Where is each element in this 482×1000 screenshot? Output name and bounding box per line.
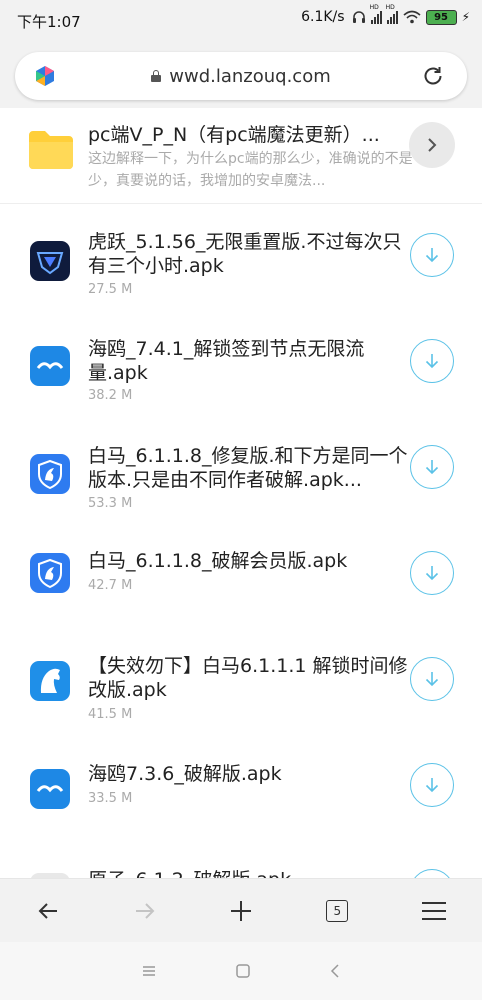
- tab-count: 5: [326, 900, 349, 922]
- file-name: 原子_6.1.2_破解版.apk: [88, 868, 413, 878]
- download-button[interactable]: [410, 551, 454, 595]
- app-icon-baima-horse: [30, 661, 70, 701]
- file-name: 白马_6.1.1.8_修复版.和下方是同一个版本.只是由不同作者破解.apk..…: [88, 445, 408, 491]
- network-speed: 6.1K/s: [301, 9, 345, 25]
- download-button[interactable]: [410, 657, 454, 701]
- back-arrow-icon: [38, 903, 58, 919]
- status-bar: 下午1:07 6.1K/s HD HD 95 ⚡: [0, 0, 482, 42]
- download-icon: [425, 354, 439, 369]
- lock-icon: [151, 70, 162, 82]
- file-item[interactable]: 白马_6.1.1.8_破解会员版.apk 42.7 M: [0, 522, 482, 628]
- chevron-right-icon: [428, 138, 437, 152]
- folder-description: 这边解释一下，为什么pc端的那么少，准确说的不是少，真要说的话，我增加的安卓魔法…: [88, 151, 413, 189]
- system-back-icon[interactable]: [329, 963, 341, 979]
- plus-icon: [230, 901, 251, 921]
- status-time: 下午1:07: [17, 13, 81, 31]
- app-icon-haiou: [30, 346, 70, 386]
- download-icon: [425, 248, 439, 263]
- system-nav-bar: [0, 942, 482, 1000]
- forward-arrow-icon: [135, 903, 154, 919]
- recent-apps-icon[interactable]: [141, 964, 157, 978]
- download-button[interactable]: [410, 445, 454, 489]
- wifi-icon: [403, 10, 421, 24]
- file-item[interactable]: 海鸥_7.4.1_解锁签到节点无限流量.apk 38.2 M: [0, 310, 482, 416]
- file-name: 海鸥7.3.6_破解版.apk: [88, 763, 282, 785]
- folder-icon: [29, 131, 73, 169]
- open-folder-button[interactable]: [409, 122, 455, 168]
- home-icon[interactable]: [235, 963, 251, 979]
- file-size: 53.3 M: [88, 496, 133, 511]
- download-button[interactable]: [410, 869, 454, 878]
- folder-item[interactable]: pc端V_P_N（有pc端魔法更新）... 这边解释一下，为什么pc端的那么少，…: [0, 108, 482, 204]
- file-list: pc端V_P_N（有pc端魔法更新）... 这边解释一下，为什么pc端的那么少，…: [0, 108, 482, 878]
- file-item[interactable]: 原子_6.1.2_破解版.apk: [0, 840, 482, 878]
- file-size: 33.5 M: [88, 791, 133, 806]
- download-button[interactable]: [410, 763, 454, 807]
- signal-icon: HD: [370, 4, 382, 24]
- download-icon: [425, 672, 439, 687]
- browser-toolbar: 5: [0, 878, 482, 943]
- forward-button[interactable]: [121, 887, 169, 935]
- file-size: 27.5 M: [88, 282, 133, 297]
- download-button[interactable]: [410, 233, 454, 277]
- new-tab-button[interactable]: [217, 887, 265, 935]
- address-bar-area: wwd.lanzouq.com: [0, 42, 482, 108]
- url-text[interactable]: wwd.lanzouq.com: [169, 66, 331, 87]
- signal-icon-2: HD: [386, 4, 398, 24]
- battery-indicator: 95: [425, 9, 457, 25]
- file-size: 41.5 M: [88, 707, 133, 722]
- file-name: 海鸥_7.4.1_解锁签到节点无限流量.apk: [88, 338, 365, 384]
- tabs-button[interactable]: 5: [313, 887, 361, 935]
- folder-title: pc端V_P_N（有pc端魔法更新）...: [88, 124, 380, 146]
- file-item[interactable]: 虎跃_5.1.56_无限重置版.不过每次只有三个小时.apk 27.5 M: [0, 204, 482, 310]
- back-button[interactable]: [24, 887, 72, 935]
- refresh-icon[interactable]: [421, 64, 445, 88]
- file-item[interactable]: 白马_6.1.1.8_修复版.和下方是同一个版本.只是由不同作者破解.apk..…: [0, 416, 482, 522]
- headphones-icon: [352, 11, 365, 23]
- file-item[interactable]: 【失效勿下】白马6.1.1.1 解锁时间修改版.apk 41.5 M: [0, 628, 482, 734]
- app-icon-baima: [30, 454, 70, 494]
- download-icon: [425, 460, 439, 475]
- app-icon-baima: [30, 553, 70, 593]
- download-icon: [425, 778, 439, 793]
- file-size: 38.2 M: [88, 388, 133, 403]
- app-icon-haiou: [30, 769, 70, 809]
- file-name: 【失效勿下】白马6.1.1.1 解锁时间修改版.apk: [88, 655, 408, 701]
- charging-icon: ⚡: [461, 10, 470, 24]
- hamburger-menu-icon: [421, 902, 446, 920]
- app-icon-huyue: [30, 241, 70, 281]
- download-button[interactable]: [410, 339, 454, 383]
- file-size: 42.7 M: [88, 578, 133, 593]
- status-icons: 6.1K/s HD HD 95 ⚡: [301, 4, 470, 25]
- file-name: 虎跃_5.1.56_无限重置版.不过每次只有三个小时.apk: [88, 231, 402, 277]
- file-item[interactable]: 海鸥7.3.6_破解版.apk 33.5 M: [0, 734, 482, 840]
- address-bar[interactable]: wwd.lanzouq.com: [15, 52, 467, 100]
- file-name: 白马_6.1.1.8_破解会员版.apk: [88, 550, 348, 572]
- menu-button[interactable]: [410, 887, 458, 935]
- download-icon: [425, 566, 439, 581]
